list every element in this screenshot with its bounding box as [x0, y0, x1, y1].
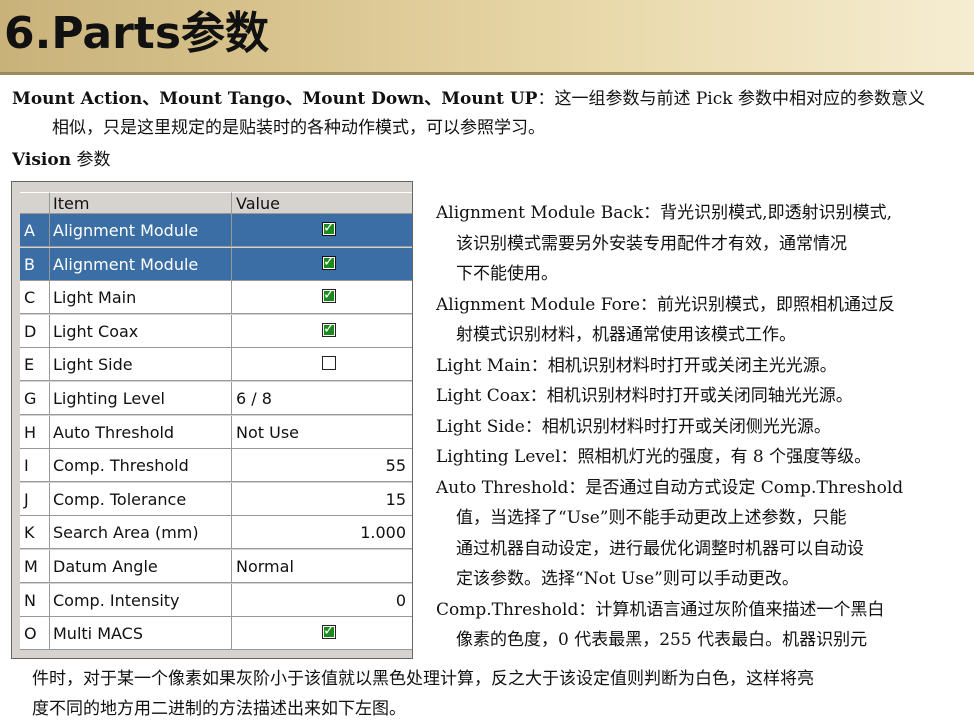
row-item: Auto Threshold — [50, 415, 232, 449]
row-item: Light Side — [50, 348, 232, 382]
description-line: Alignment Module Back：背光识别模式,即透射识别模式, — [436, 203, 892, 223]
table-row[interactable]: C Light Main — [20, 281, 412, 315]
unchecked-checkbox[interactable] — [322, 356, 336, 371]
description-line: Light Coax：相机识别材料时打开或关闭同轴光光源。 — [436, 386, 853, 406]
checked-checkbox[interactable] — [322, 254, 336, 270]
row-item: Comp. Threshold — [50, 449, 232, 483]
row-value[interactable]: 15 — [232, 482, 412, 516]
title-banner: 6.Parts参数 — [0, 0, 974, 72]
row-key: G — [20, 382, 50, 415]
row-value[interactable] — [232, 314, 412, 348]
table-row[interactable]: H Auto Threshold Not Use — [20, 415, 412, 449]
row-value[interactable] — [232, 348, 412, 382]
checked-checkbox[interactable] — [322, 623, 336, 640]
checked-checkbox[interactable] — [322, 220, 336, 236]
row-value[interactable]: 1.000 — [232, 516, 412, 550]
description-line: Light Side：相机识别材料时打开或关闭侧光光源。 — [436, 416, 831, 437]
row-value[interactable]: Not Use — [232, 415, 412, 449]
row-key: K — [20, 516, 50, 550]
checked-checkbox[interactable] — [322, 287, 336, 304]
row-item: Search Area (mm) — [50, 516, 232, 550]
row-key: E — [20, 348, 50, 382]
vision-heading-bold: Vision — [12, 150, 72, 170]
page-title: 6.Parts参数 — [4, 8, 270, 59]
description-line: 下不能使用。 — [456, 264, 558, 284]
table-row[interactable]: D Light Coax — [20, 314, 412, 348]
row-key: D — [20, 314, 50, 348]
row-item: Datum Angle — [50, 550, 232, 583]
table-row[interactable]: K Search Area (mm) 1.000 — [20, 516, 412, 550]
row-item: Alignment Module Fore — [50, 247, 232, 307]
vision-heading: Vision 参数 — [12, 148, 110, 172]
header-item[interactable]: Item — [50, 192, 232, 214]
row-item: Multi MACS — [50, 617, 232, 651]
row-value[interactable] — [232, 617, 412, 651]
table-row[interactable]: AAlignment Module Back — [20, 214, 412, 273]
description-line: 像素的色度，0 代表最黑，255 代表最白。机器识别元 — [456, 630, 868, 650]
intro-rest: ：这一组参数与前述 Pick 参数中相对应的参数意义 — [537, 89, 925, 109]
description-line: Lighting Level：照相机灯光的强度，有 8 个强度等级。 — [436, 447, 872, 467]
description-line: 该识别模式需要另外安装专用配件才有效，通常情况 — [456, 233, 847, 254]
header-value[interactable]: Value — [232, 192, 412, 214]
title-divider — [0, 72, 974, 75]
row-key: N — [20, 583, 50, 617]
row-item: Light Coax — [50, 314, 232, 348]
row-item: Comp. Intensity — [50, 583, 232, 617]
intro-line-1: Mount Action、Mount Tango、Mount Down、Moun… — [12, 87, 925, 111]
row-key: I — [20, 449, 50, 483]
row-value[interactable]: 0 — [232, 583, 412, 617]
table-header-row: Item Value — [20, 192, 412, 214]
row-key: H — [20, 415, 50, 449]
intro-bold: Mount Action、Mount Tango、Mount Down、Moun… — [12, 89, 538, 109]
intro-line-2: 相似，只是这里规定的是贴装时的各种动作模式，可以参照学习。 — [52, 118, 545, 138]
description-line: Comp.Threshold：计算机语言通过灰阶值来描述一个黑白 — [436, 599, 885, 620]
row-value[interactable] — [232, 214, 412, 247]
row-item: Alignment Module Back — [50, 214, 232, 273]
row-value[interactable]: 6 / 8 — [232, 382, 412, 415]
row-key: B — [20, 247, 50, 281]
row-key: C — [20, 281, 50, 315]
table-row[interactable]: J Comp. Tolerance 15 — [20, 482, 412, 516]
description-line: Alignment Module Fore：前光识别模式，即照相机通过反 — [436, 294, 896, 315]
row-key: A — [20, 214, 50, 247]
bottom-line: 度不同的地方用二进制的方法描述出来如下左图。 — [32, 699, 406, 719]
header-key-cell — [20, 192, 50, 214]
table-row[interactable]: E Light Side — [20, 348, 412, 382]
row-value[interactable] — [232, 281, 412, 315]
row-value[interactable]: Normal — [232, 550, 412, 583]
bottom-line: 件时，对于某一个像素如果灰阶小于该值就以黑色处理计算，反之大于该设定值则判断为白… — [32, 669, 814, 689]
table-row[interactable]: O Multi MACS — [20, 617, 412, 651]
row-value[interactable]: 55 — [232, 449, 412, 483]
row-key: J — [20, 482, 50, 516]
row-item: Comp. Tolerance — [50, 482, 232, 516]
row-item: Lighting Level — [50, 382, 232, 415]
vision-parameter-table: Item Value AAlignment Module BackBAlignm… — [11, 181, 413, 659]
row-item: Light Main — [50, 281, 232, 315]
description-line: 射模式识别材料，机器通常使用该模式工作。 — [456, 325, 796, 345]
description-line: 值，当选择了“Use”则不能手动更改上述参数，只能 — [456, 508, 847, 528]
table-row[interactable]: M Datum Angle Normal — [20, 550, 412, 583]
row-key: O — [20, 617, 50, 651]
table-row[interactable]: N Comp. Intensity 0 — [20, 583, 412, 617]
description-line: 定该参数。选择“Not Use”则可以手动更改。 — [456, 569, 799, 589]
table-row[interactable]: BAlignment Module Fore — [20, 247, 412, 307]
row-key: M — [20, 550, 50, 583]
table-row[interactable]: G Lighting Level 6 / 8 — [20, 382, 412, 415]
row-value[interactable] — [232, 247, 412, 281]
description-line: Auto Threshold：是否通过自动方式设定 Comp.Threshold — [436, 477, 904, 498]
table-row[interactable]: I Comp. Threshold 55 — [20, 449, 412, 483]
checked-checkbox[interactable] — [322, 321, 336, 337]
description-line: 通过机器自动设定，进行最优化调整时机器可以自动设 — [456, 538, 864, 559]
vision-heading-rest: 参数 — [71, 150, 111, 170]
description-line: Light Main：相机识别材料时打开或关闭主光光源。 — [436, 355, 837, 376]
